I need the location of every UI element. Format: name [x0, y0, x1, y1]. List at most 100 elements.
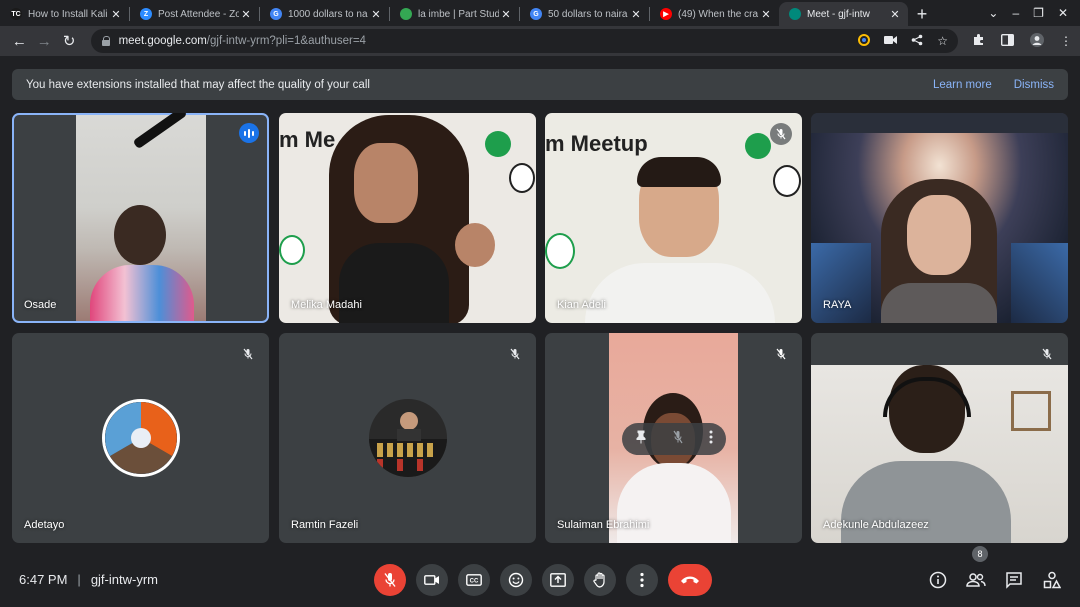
chat-button[interactable]	[1004, 570, 1024, 590]
browser-tab[interactable]: la imbe | Part Stud ✕	[390, 2, 519, 26]
browser-tab[interactable]: Z Post Attendee - Zo ✕	[130, 2, 259, 26]
more-vert-icon[interactable]	[709, 430, 713, 449]
meeting-time: 6:47 PM	[19, 572, 68, 587]
participant-name: Ramtin Fazeli	[291, 519, 359, 531]
google-lens-icon[interactable]	[858, 33, 871, 49]
side-panel-icon[interactable]	[1001, 33, 1015, 49]
participant-name: Melika Madahi	[291, 299, 362, 311]
browser-tab[interactable]: G 1000 dollars to na ✕	[260, 2, 389, 26]
browser-tab[interactable]: G 50 dollars to naira ✕	[520, 2, 649, 26]
participant-tile-kian-adeli[interactable]: m Meetup Kian Adeli	[545, 113, 802, 323]
mic-off-icon	[770, 123, 792, 145]
meeting-details-button[interactable]	[928, 570, 948, 590]
minimize-icon[interactable]: –	[1012, 6, 1019, 20]
participant-video	[811, 365, 1068, 543]
browser-toolbar: ← → ↻ meet.google.com/gjf-intw-yrm?pli=1…	[0, 26, 1080, 56]
address-bar[interactable]: meet.google.com/gjf-intw-yrm?pli=1&authu…	[90, 29, 959, 53]
browser-tab-strip: TC How to Install Kali ✕ Z Post Attendee - Z…	[0, 0, 1080, 26]
profile-avatar[interactable]	[1030, 32, 1045, 50]
participant-name: Adekunle Abdulazeez	[823, 519, 929, 531]
restore-icon[interactable]: ❐	[1033, 6, 1044, 20]
tab-close-icon[interactable]: ✕	[239, 8, 253, 21]
meeting-control-bar: 6:47 PM | gjf-intw-yrm CC 8	[0, 545, 1080, 607]
browser-tab[interactable]: TC How to Install Kali ✕	[0, 2, 129, 26]
participant-tile-ramtin-fazeli[interactable]: Ramtin Fazeli	[279, 333, 536, 543]
pin-icon[interactable]	[635, 430, 647, 449]
tile-hover-controls	[622, 423, 726, 455]
participant-tile-adetayo[interactable]: Adetayo	[12, 333, 269, 543]
tab-close-icon[interactable]: ✕	[109, 8, 123, 21]
leave-call-button[interactable]	[668, 563, 712, 596]
tab-title: Post Attendee - Zo	[158, 8, 239, 20]
tab-title: 1000 dollars to na	[288, 8, 368, 20]
tab-close-icon[interactable]: ✕	[499, 8, 513, 21]
participant-video: m Me	[279, 113, 536, 323]
participant-tile-adekunle-abdulazeez[interactable]: Adekunle Abdulazeez	[811, 333, 1068, 543]
toggle-microphone-button[interactable]	[374, 563, 406, 596]
extensions-puzzle-icon[interactable]	[972, 33, 985, 49]
participant-video	[811, 113, 1068, 323]
participant-tile-melika-madahi[interactable]: m Me Melika Madahi	[279, 113, 536, 323]
browser-menu-icon[interactable]: ⋮	[1060, 34, 1072, 48]
browser-tab[interactable]: ▶ (49) When the cra ✕	[650, 2, 779, 26]
meet-stage: You have extensions installed that may a…	[0, 56, 1080, 607]
participant-name: Sulaiman Ebrahimi	[557, 519, 650, 531]
reload-button[interactable]: ↻	[58, 29, 81, 53]
back-button[interactable]: ←	[8, 29, 31, 53]
meeting-code[interactable]: gjf-intw-yrm	[91, 572, 158, 587]
raise-hand-button[interactable]	[584, 563, 616, 596]
window-controls: ⌄ – ❐ ✕	[988, 0, 1080, 26]
present-screen-button[interactable]	[542, 563, 574, 596]
tab-title: How to Install Kali	[28, 8, 108, 20]
tab-close-icon[interactable]: ✕	[888, 8, 902, 21]
avatar	[368, 399, 447, 477]
forward-button[interactable]: →	[33, 29, 56, 53]
lock-icon	[101, 36, 111, 46]
mic-off-icon	[237, 343, 259, 365]
mic-off-icon	[770, 343, 792, 365]
side-panel-controls: 8	[928, 545, 1062, 590]
tab-favicon-icon: G	[270, 8, 282, 20]
tab-favicon-icon	[400, 8, 412, 20]
close-window-icon[interactable]: ✕	[1058, 6, 1068, 20]
dismiss-button[interactable]: Dismiss	[1014, 79, 1054, 91]
tab-title: la imbe | Part Stud	[418, 8, 499, 20]
participant-tile-osade[interactable]: Osade	[12, 113, 269, 323]
new-tab-button[interactable]: +	[908, 2, 936, 26]
call-controls: CC	[374, 563, 712, 596]
tab-close-icon[interactable]: ✕	[759, 8, 773, 21]
tab-search-icon[interactable]: ⌄	[988, 6, 998, 20]
tab-favicon-icon: G	[530, 8, 542, 20]
mic-off-icon[interactable]	[672, 430, 684, 449]
more-options-button[interactable]	[626, 563, 658, 596]
url-host: meet.google.com	[118, 35, 207, 47]
banner-message: You have extensions installed that may a…	[26, 78, 370, 91]
reactions-button[interactable]	[500, 563, 532, 596]
participant-video	[76, 113, 206, 321]
url-path: /gjf-intw-yrm?pli=1&authuser=4	[206, 35, 366, 47]
toggle-camera-button[interactable]	[416, 563, 448, 596]
learn-more-link[interactable]: Learn more	[933, 79, 992, 91]
avatar	[101, 399, 180, 477]
participant-tile-raya[interactable]: RAYA	[811, 113, 1068, 323]
mic-off-icon	[504, 343, 526, 365]
tab-title: 50 dollars to naira	[548, 8, 628, 20]
share-icon[interactable]	[911, 34, 923, 49]
tab-close-icon[interactable]: ✕	[629, 8, 643, 21]
camera-in-use-icon[interactable]	[884, 34, 898, 48]
divider: |	[77, 572, 81, 587]
participant-name: Kian Adeli	[557, 299, 606, 311]
tab-title: (49) When the cra	[678, 8, 759, 20]
extensions-warning-banner: You have extensions installed that may a…	[12, 69, 1068, 100]
activities-button[interactable]	[1042, 570, 1062, 590]
people-button[interactable]: 8	[966, 545, 988, 590]
bookmark-star-icon[interactable]: ☆	[937, 34, 948, 48]
participant-name: Osade	[24, 299, 57, 311]
tab-favicon-icon: ▶	[660, 8, 672, 20]
tab-close-icon[interactable]: ✕	[369, 8, 383, 21]
captions-button[interactable]: CC	[458, 563, 490, 596]
participant-count-badge: 8	[972, 545, 988, 562]
browser-tab[interactable]: Meet - gjf-intw ✕	[779, 2, 908, 26]
svg-text:CC: CC	[470, 578, 479, 584]
speaking-indicator-icon	[239, 123, 259, 143]
